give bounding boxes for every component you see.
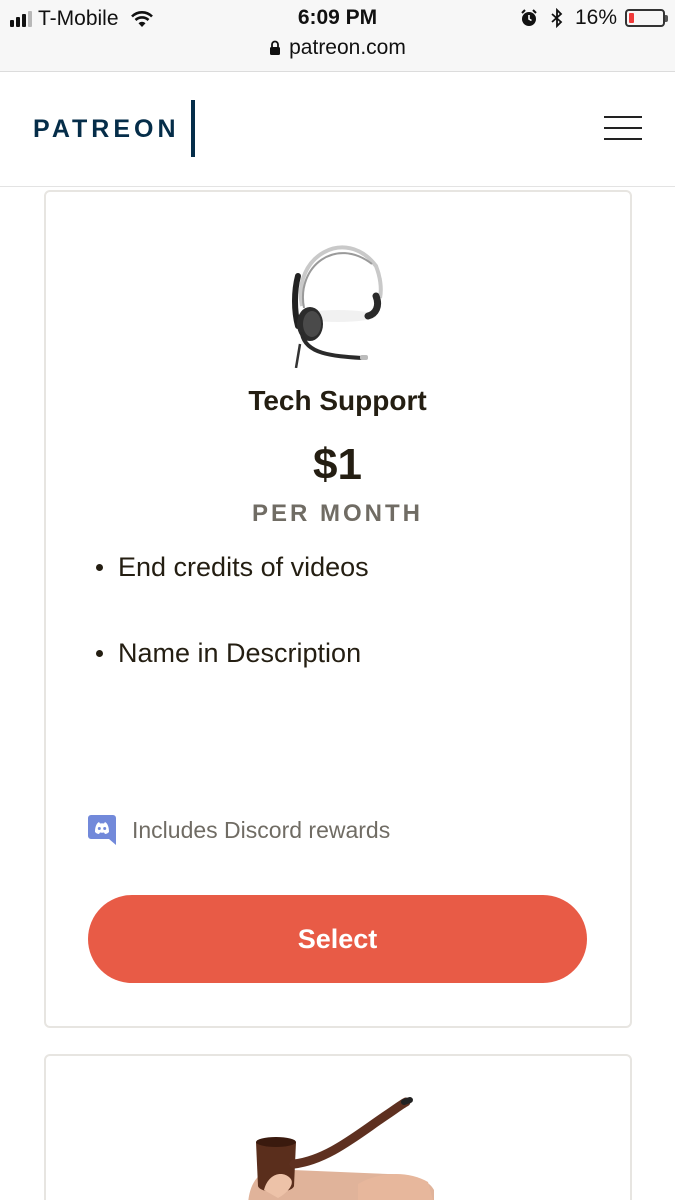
battery-percent: 16% xyxy=(574,6,617,29)
discord-rewards-note: Includes Discord rewards xyxy=(88,815,390,845)
battery-icon xyxy=(625,9,668,27)
discord-icon xyxy=(88,815,116,845)
tier-title: Tech Support xyxy=(248,385,427,416)
patreon-logo[interactable]: PATREON xyxy=(33,115,180,144)
site-header: PATREON xyxy=(0,73,675,187)
select-tier-button[interactable]: Select xyxy=(88,895,587,983)
status-right: 16% xyxy=(519,6,668,30)
pipe-image xyxy=(248,1097,434,1200)
tier-billing-period: PER MONTH xyxy=(252,500,423,527)
battery-level xyxy=(629,13,635,23)
status-bar: T-Mobile 6:09 PM 16% patreon.com xyxy=(0,0,675,72)
lock-icon xyxy=(270,40,281,55)
tier-price: $1 xyxy=(313,440,362,489)
benefit-item: End credits of videos xyxy=(94,552,369,583)
benefit-text: End credits of videos xyxy=(118,552,369,582)
bullet-icon xyxy=(96,564,103,571)
url-bar[interactable]: patreon.com xyxy=(0,36,675,60)
bluetooth-icon xyxy=(551,8,563,28)
alarm-icon xyxy=(521,9,537,26)
url-text: patreon.com xyxy=(289,36,406,59)
logo-bar xyxy=(191,100,195,157)
bullet-icon xyxy=(96,650,103,657)
benefit-item: Name in Description xyxy=(94,638,361,669)
headset-image xyxy=(292,245,383,368)
discord-rewards-text: Includes Discord rewards xyxy=(132,816,391,843)
benefit-text: Name in Description xyxy=(118,638,362,668)
hamburger-menu-icon[interactable] xyxy=(604,113,644,143)
